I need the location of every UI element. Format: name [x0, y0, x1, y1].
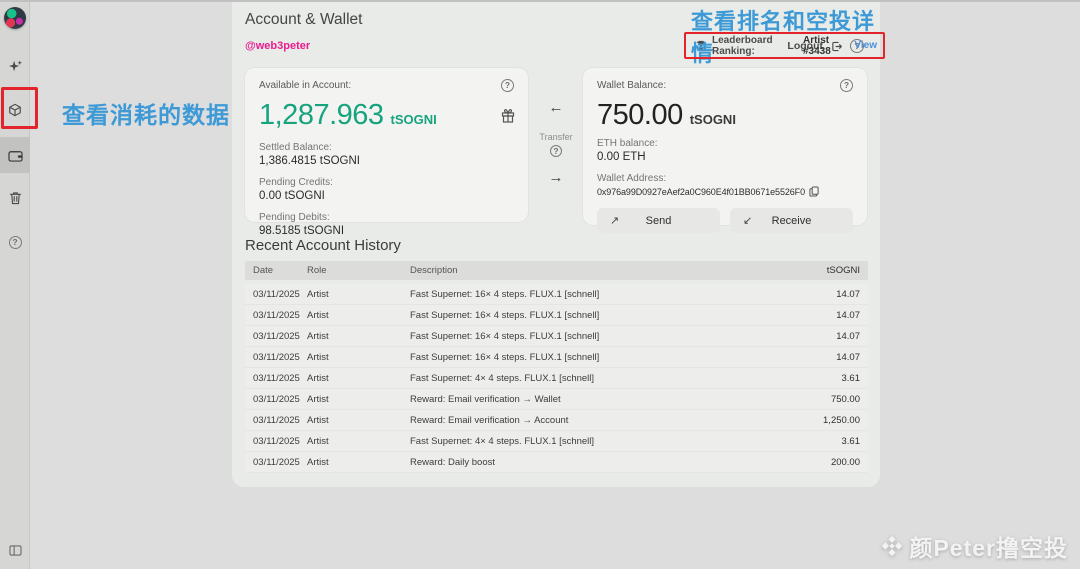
- cube-icon: [8, 103, 22, 117]
- transfer-label: Transfer: [532, 132, 580, 142]
- transfer-to-wallet-arrow[interactable]: →: [532, 170, 580, 185]
- wallet-balance-value: 750.00: [597, 99, 683, 132]
- sparkles-icon: [8, 59, 23, 74]
- sidebar-item-trash[interactable]: [0, 183, 30, 213]
- panel-collapse-icon: [9, 545, 22, 556]
- col-date: Date: [245, 265, 307, 276]
- pending-debits-value: 98.5185 tSOGNI: [259, 225, 514, 237]
- history-table: Date Role Description tSOGNI 03/11/2025A…: [245, 261, 868, 473]
- transfer-help-icon[interactable]: ?: [550, 145, 562, 157]
- binance-diamond-icon: [881, 535, 903, 557]
- table-row: 03/11/2025ArtistFast Supernet: 4× 4 step…: [245, 431, 868, 452]
- pending-credits-value: 0.00 tSOGNI: [259, 190, 514, 202]
- account-help-icon[interactable]: ?: [501, 79, 514, 92]
- wallet-balance-card: Wallet Balance: ? 750.00 tSOGNI ETH bala…: [583, 68, 867, 225]
- col-role: Role: [307, 265, 410, 276]
- history-header-row: Date Role Description tSOGNI: [245, 261, 868, 280]
- receive-arrow-icon: ↙: [743, 214, 752, 227]
- watermark-text: 颜Peter撸空投: [909, 529, 1068, 563]
- table-row: 03/11/2025ArtistFast Supernet: 16× 4 ste…: [245, 284, 868, 305]
- col-description: Description: [410, 265, 788, 276]
- wallet-balance-label: Wallet Balance:: [597, 80, 666, 91]
- account-balance-label: Available in Account:: [259, 80, 351, 91]
- sidebar-item-generate[interactable]: [0, 51, 30, 81]
- collapse-sidebar-button[interactable]: [0, 535, 30, 565]
- table-row: 03/11/2025ArtistReward: Daily boost200.0…: [245, 452, 868, 473]
- window-edge: [0, 0, 1080, 2]
- account-balance-card: Available in Account: ? 1,287.963 tSOGNI…: [245, 68, 528, 222]
- eth-balance-value: 0.00 ETH: [597, 151, 853, 163]
- table-row: 03/11/2025ArtistReward: Email verificati…: [245, 389, 868, 410]
- pending-credits-label: Pending Credits:: [259, 177, 514, 188]
- transfer-to-account-arrow[interactable]: ←: [532, 100, 580, 115]
- table-row: 03/11/2025ArtistFast Supernet: 4× 4 step…: [245, 368, 868, 389]
- settled-balance-value: 1,386.4815 tSOGNI: [259, 155, 514, 167]
- table-row: 03/11/2025ArtistFast Supernet: 16× 4 ste…: [245, 347, 868, 368]
- sidebar-item-help[interactable]: ?: [0, 227, 30, 257]
- copy-address-icon[interactable]: [809, 186, 819, 197]
- table-row: 03/11/2025ArtistFast Supernet: 16× 4 ste…: [245, 326, 868, 347]
- main-panel: Account & Wallet @web3peter 查看排名和空投详情 Le…: [232, 0, 880, 487]
- account-balance-value: 1,287.963: [259, 99, 384, 132]
- sidebar-item-wallet[interactable]: [0, 137, 30, 173]
- col-amount: tSOGNI: [788, 265, 868, 276]
- wallet-address-label: Wallet Address:: [597, 173, 853, 184]
- username: @web3peter: [245, 40, 310, 52]
- annotation-note-ranking: 查看排名和空投详情: [691, 4, 880, 68]
- annotation-note-consumption: 查看消耗的数据: [62, 96, 230, 130]
- table-row: 03/11/2025ArtistFast Supernet: 16× 4 ste…: [245, 305, 868, 326]
- wallet-help-icon[interactable]: ?: [840, 79, 853, 92]
- send-arrow-icon: ↗: [610, 214, 619, 227]
- account-balance-currency: tSOGNI: [391, 112, 437, 127]
- sidebar: ?: [0, 0, 30, 569]
- sogni-logo[interactable]: [4, 7, 26, 29]
- receive-button[interactable]: ↙ Receive: [730, 208, 853, 233]
- trash-icon: [9, 191, 22, 205]
- history-title: Recent Account History: [245, 237, 401, 254]
- sidebar-item-models[interactable]: [0, 95, 30, 125]
- wallet-icon: [8, 149, 23, 162]
- settled-balance-label: Settled Balance:: [259, 142, 514, 153]
- table-row: 03/11/2025ArtistReward: Email verificati…: [245, 410, 868, 431]
- transfer-controls: ← Transfer ? →: [532, 100, 580, 185]
- eth-balance-label: ETH balance:: [597, 138, 853, 149]
- wallet-address-value: 0x976a99D0927eAef2a0C960E4f01BB0671e5526…: [597, 187, 805, 197]
- wallet-balance-currency: tSOGNI: [690, 112, 736, 127]
- page-title: Account & Wallet: [245, 11, 362, 29]
- watermark: 颜Peter撸空投: [881, 529, 1068, 563]
- send-button[interactable]: ↗ Send: [597, 208, 720, 233]
- help-icon: ?: [9, 236, 22, 249]
- gift-icon[interactable]: [501, 108, 515, 128]
- pending-debits-label: Pending Debits:: [259, 212, 514, 223]
